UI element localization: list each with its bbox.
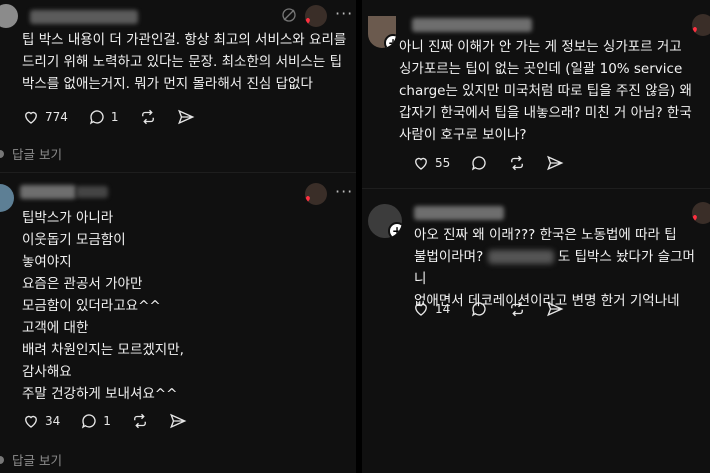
repost-arrows-icon	[511, 155, 524, 171]
view-replies-link[interactable]: 답글 보기	[0, 144, 62, 163]
comment-button[interactable]: 1	[80, 412, 111, 430]
repost-button[interactable]	[139, 108, 157, 126]
reply-indicator	[0, 149, 4, 158]
thread-post-4: + ♥ 아오 진짜 왜 이래??? 한국은 노동법에 따라 팁 불법이라며? 도…	[362, 190, 710, 473]
reply-indicator	[0, 455, 4, 464]
left-thread-panel: ♥ ··· 팁 박스 내용이 더 가관인걸. 항상 최고의 서비스와 요리를 드…	[0, 0, 356, 473]
heart-icon: ♥	[692, 213, 698, 224]
username-redacted	[414, 206, 504, 220]
divider	[0, 172, 356, 173]
follow-plus-icon[interactable]: +	[384, 34, 396, 48]
speech-bubble-icon	[82, 414, 96, 429]
liked-by-author-badge: ♥	[305, 5, 327, 27]
heart-outline-icon	[415, 303, 427, 316]
share-button[interactable]	[169, 412, 187, 430]
comment-button[interactable]	[470, 154, 488, 172]
like-button[interactable]: 34	[22, 412, 60, 430]
repost-arrows-icon	[133, 413, 146, 429]
paper-plane-icon	[177, 109, 194, 125]
post-line-1: 아오 진짜 왜 이래??? 한국은 노동법에 따라 팁	[414, 227, 677, 243]
divider	[362, 188, 710, 189]
like-count: 774	[45, 110, 68, 124]
heart-icon: ♥	[305, 16, 311, 27]
heart-outline-icon	[25, 111, 37, 124]
thread-post-3: + ♥ 아니 진짜 이해가 안 가는 게 정보는 싱가포르 거고 싱가포르는 팁…	[362, 0, 710, 188]
heart-outline-icon	[415, 157, 427, 170]
comment-button[interactable]: 1	[88, 108, 119, 126]
like-button[interactable]: 14	[412, 300, 450, 318]
paper-plane-icon	[547, 155, 564, 171]
repost-button[interactable]	[508, 300, 526, 318]
speech-bubble-icon	[472, 156, 486, 171]
view-replies-label: 답글 보기	[12, 453, 62, 468]
paper-plane-icon	[547, 301, 564, 317]
thread-post-1: ♥ ··· 팁 박스 내용이 더 가관인걸. 항상 최고의 서비스와 요리를 드…	[0, 0, 356, 175]
avatar[interactable]: +	[368, 204, 402, 238]
redacted-word	[487, 250, 554, 264]
comment-count: 1	[103, 414, 111, 428]
post-line-2: 불법이라며? 도 팁박스 놨다가 슬그머니	[414, 249, 695, 287]
post-actions: 55	[412, 154, 564, 172]
more-options-button[interactable]: ···	[335, 4, 353, 23]
heart-outline-icon	[25, 415, 37, 428]
repost-button[interactable]	[508, 154, 526, 172]
post-actions: 14	[412, 300, 564, 318]
post-text: 팁 박스 내용이 더 가관인걸. 항상 최고의 서비스와 요리를 드리기 위해 …	[22, 32, 347, 92]
comment-count: 1	[110, 110, 119, 124]
post-text: 아니 진짜 이해가 안 가는 게 정보는 싱가포르 거고 싱가포르는 팁이 없는…	[399, 39, 692, 143]
heart-icon: ♥	[305, 194, 311, 205]
liked-by-author-badge: ♥	[692, 14, 710, 36]
like-button[interactable]: 774	[22, 108, 68, 126]
like-count: 14	[435, 302, 451, 316]
post-text: 아오 진짜 왜 이래??? 한국은 노동법에 따라 팁 불법이라며? 도 팁박스…	[414, 224, 706, 312]
repost-button[interactable]	[131, 412, 149, 430]
like-button[interactable]: 55	[412, 154, 450, 172]
avatar[interactable]	[0, 4, 18, 28]
username-redacted	[30, 10, 138, 24]
view-replies-link[interactable]: 답글 보기	[0, 450, 62, 469]
paper-plane-icon	[169, 413, 187, 429]
share-button[interactable]	[546, 300, 564, 318]
view-replies-label: 답글 보기	[12, 147, 62, 162]
like-count: 55	[435, 156, 451, 170]
post-actions: 774 1	[22, 108, 195, 126]
username-redacted	[412, 18, 532, 32]
username-redacted	[20, 185, 76, 199]
liked-by-author-badge: ♥	[305, 183, 327, 205]
share-button[interactable]	[546, 154, 564, 172]
like-count: 34	[45, 414, 61, 428]
avatar[interactable]	[0, 184, 14, 212]
post-actions: 34 1	[22, 412, 187, 430]
follow-plus-icon[interactable]: +	[388, 222, 402, 238]
edit-icon[interactable]	[281, 7, 297, 23]
speech-bubble-icon	[89, 110, 104, 125]
share-button[interactable]	[177, 108, 195, 126]
avatar[interactable]: +	[368, 16, 396, 48]
more-options-button[interactable]: ···	[335, 182, 353, 201]
speech-bubble-icon	[472, 302, 486, 317]
username-redacted	[76, 186, 108, 198]
right-thread-panel: + ♥ 아니 진짜 이해가 안 가는 게 정보는 싱가포르 거고 싱가포르는 팁…	[362, 0, 710, 473]
heart-icon: ♥	[692, 25, 698, 36]
repost-arrows-icon	[141, 109, 154, 125]
comment-button[interactable]	[470, 300, 488, 318]
repost-arrows-icon	[511, 301, 524, 317]
liked-by-author-badge: ♥	[692, 202, 710, 224]
thread-post-2: ♥ ··· 팁박스가 아니라 이웃돕기 모금함이 놓여야지 요즘은 관공서 가야…	[0, 174, 356, 473]
post-text: 팁박스가 아니라 이웃돕기 모금함이 놓여야지 요즘은 관공서 가야만 모금함이…	[22, 210, 184, 402]
